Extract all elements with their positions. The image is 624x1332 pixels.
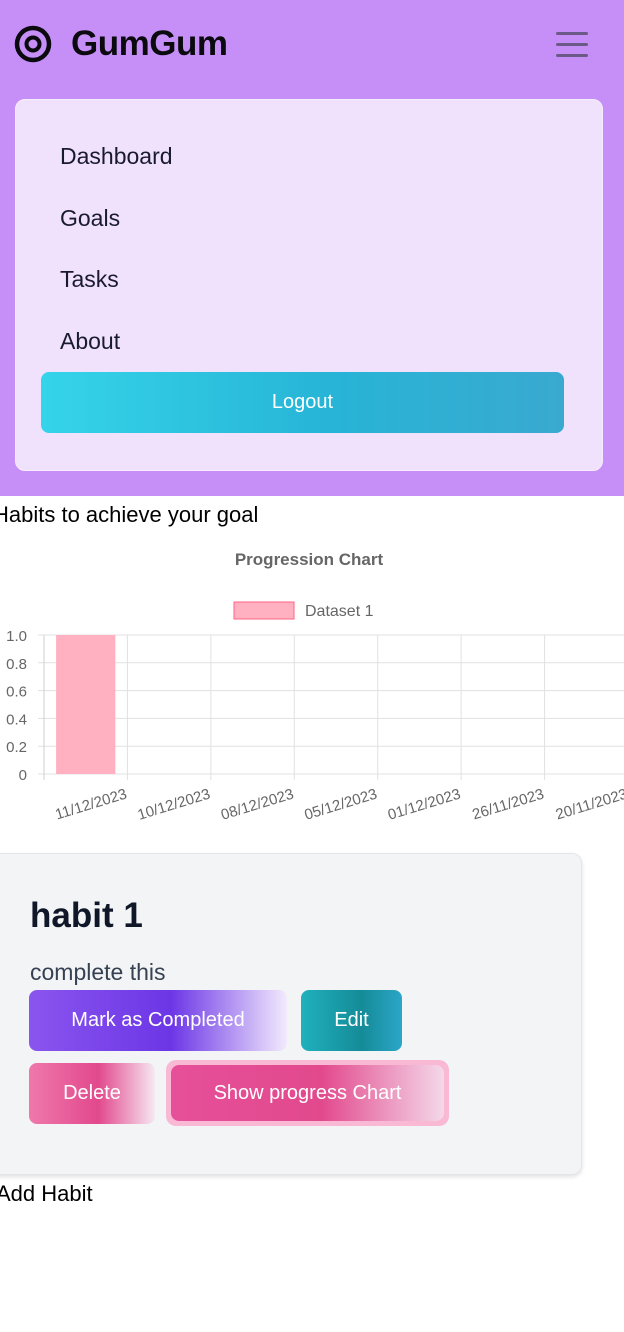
brand-name: GumGum bbox=[71, 24, 228, 63]
x-tick-label: 01/12/2023 bbox=[386, 786, 463, 824]
show-progress-chart-button[interactable]: Show progress Chart bbox=[166, 1060, 449, 1126]
x-axis-ticks: 11/12/2023 10/12/2023 08/12/2023 05/12/2023… bbox=[53, 786, 624, 824]
y-tick-label: 0 bbox=[19, 767, 27, 784]
habit-card: habit 1 complete this Mark as Completed … bbox=[0, 853, 582, 1175]
logout-button[interactable]: Logout bbox=[41, 372, 564, 433]
x-tick-label: 20/11/2023 bbox=[554, 786, 624, 824]
nav-item-tasks[interactable]: Tasks bbox=[60, 266, 119, 293]
y-tick-label: 0.4 bbox=[6, 711, 27, 728]
top-navbar: GumGum Dashboard Goals Tasks About Logou… bbox=[0, 0, 624, 496]
x-tick-label: 08/12/2023 bbox=[219, 786, 296, 824]
nav-item-dashboard[interactable]: Dashboard bbox=[60, 143, 173, 170]
delete-button[interactable]: Delete bbox=[29, 1063, 155, 1124]
nav-item-about[interactable]: About bbox=[60, 328, 120, 355]
progression-chart: Progression Chart Dataset 1 1.0 0.8 0.6 0.4… bbox=[6, 550, 624, 824]
target-icon bbox=[14, 25, 52, 63]
y-tick-label: 0.8 bbox=[6, 656, 27, 673]
add-habit-link[interactable]: Add Habit bbox=[0, 1181, 93, 1207]
y-tick-label: 1.0 bbox=[6, 628, 27, 645]
page-heading: Habits to achieve your goal bbox=[0, 502, 259, 527]
chart-bars bbox=[56, 635, 116, 774]
x-tick-label: 11/12/2023 bbox=[53, 786, 129, 824]
x-tick-label: 05/12/2023 bbox=[302, 786, 379, 824]
habit-title: habit 1 bbox=[30, 896, 143, 935]
show-progress-chart-label: Show progress Chart bbox=[171, 1065, 444, 1121]
chart-title: Progression Chart bbox=[235, 550, 384, 569]
x-tick-label: 10/12/2023 bbox=[136, 786, 213, 824]
chart-bar bbox=[56, 635, 116, 774]
chart-gridlines bbox=[38, 634, 624, 780]
mark-completed-button[interactable]: Mark as Completed bbox=[29, 990, 287, 1051]
habit-description: complete this bbox=[30, 959, 166, 985]
nav-menu: Dashboard Goals Tasks About Logout bbox=[15, 99, 603, 471]
y-tick-label: 0.2 bbox=[6, 739, 27, 756]
y-tick-label: 0.6 bbox=[6, 684, 27, 701]
nav-item-goals[interactable]: Goals bbox=[60, 205, 120, 232]
hamburger-icon[interactable] bbox=[555, 28, 589, 60]
edit-button[interactable]: Edit bbox=[301, 990, 402, 1051]
y-axis-ticks: 1.0 0.8 0.6 0.4 0.2 0 bbox=[6, 628, 27, 784]
legend-label[interactable]: Dataset 1 bbox=[305, 603, 374, 620]
legend-swatch[interactable] bbox=[233, 601, 295, 620]
brand[interactable]: GumGum bbox=[14, 24, 228, 64]
x-tick-label: 26/11/2023 bbox=[470, 786, 546, 824]
